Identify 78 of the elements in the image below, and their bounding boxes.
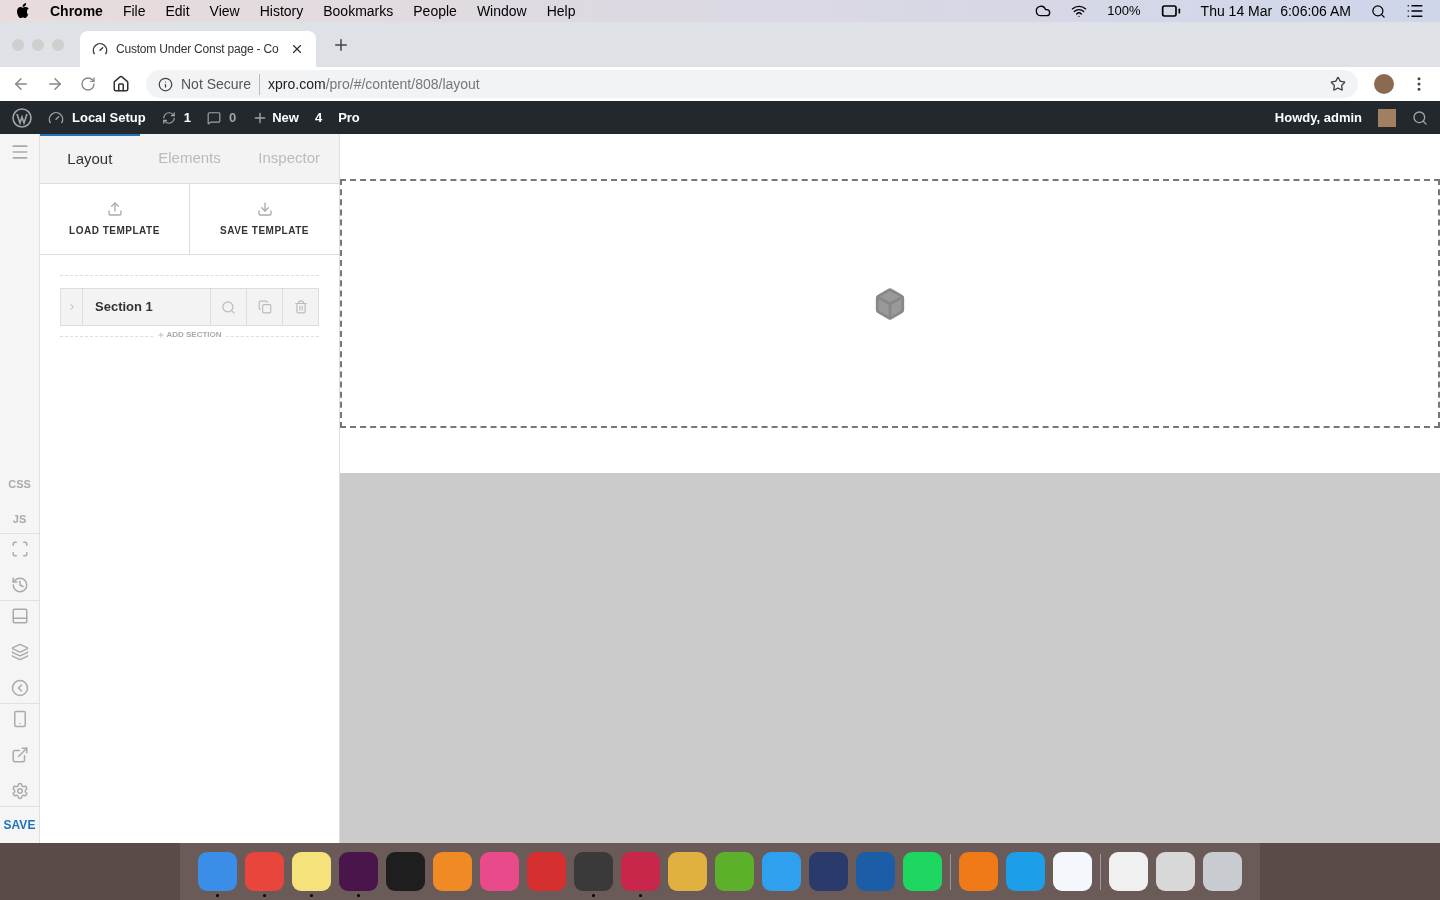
running-indicator xyxy=(263,894,266,897)
site-link[interactable]: Local Setup xyxy=(72,107,146,128)
back-circle-icon[interactable] xyxy=(10,679,29,697)
search-icon[interactable] xyxy=(1412,109,1428,126)
comments-count[interactable]: 0 xyxy=(228,107,237,128)
layers-icon[interactable] xyxy=(10,643,29,661)
app-icon[interactable] xyxy=(1053,852,1092,891)
app-icon[interactable] xyxy=(386,852,425,891)
running-indicator xyxy=(357,894,360,897)
count-link[interactable]: 4 xyxy=(314,107,323,128)
dashboard-icon xyxy=(48,109,64,126)
tab-title: Custom Under Const page - Co xyxy=(116,41,280,58)
menu-item[interactable]: View xyxy=(209,0,240,22)
wifi-icon[interactable] xyxy=(1071,3,1088,19)
profile-avatar[interactable] xyxy=(1374,74,1394,94)
back-icon[interactable] xyxy=(12,75,30,93)
security-label: Not Secure xyxy=(181,73,261,95)
cube-icon xyxy=(873,286,907,321)
updates-icon xyxy=(161,110,176,125)
section-row[interactable]: Section 1 xyxy=(60,288,319,326)
wordpress-logo-icon[interactable] xyxy=(12,107,32,128)
running-indicator xyxy=(310,894,313,897)
tab-favicon-icon xyxy=(92,41,108,57)
menu-item[interactable]: Edit xyxy=(165,0,190,22)
menu-item[interactable]: File xyxy=(122,0,146,22)
pro-link[interactable]: Pro xyxy=(338,107,360,128)
panel-icon[interactable] xyxy=(10,607,29,625)
menu-item[interactable]: Help xyxy=(546,0,576,22)
forward-icon[interactable] xyxy=(46,75,64,93)
app-menu[interactable]: Chrome xyxy=(50,0,103,22)
new-link[interactable]: New xyxy=(272,107,299,128)
cloud-icon[interactable] xyxy=(1035,3,1052,19)
history-icon[interactable] xyxy=(10,576,29,594)
app-icon[interactable] xyxy=(668,852,707,891)
plus-icon xyxy=(157,331,166,339)
search-icon[interactable] xyxy=(1371,3,1386,19)
app-icon[interactable] xyxy=(903,852,942,891)
reload-icon[interactable] xyxy=(80,76,96,92)
url-text: xpro.com/pro/#/content/808/layout xyxy=(268,74,480,94)
app-icon[interactable] xyxy=(292,852,331,891)
upload-icon xyxy=(106,200,123,217)
browser-tab[interactable]: Custom Under Const page - Co xyxy=(80,31,316,67)
user-avatar[interactable] xyxy=(1378,108,1396,127)
battery-percent: 100% xyxy=(1107,2,1141,21)
section-label: Section 1 xyxy=(94,298,154,317)
panel-tab[interactable]: Layout xyxy=(40,134,140,183)
address-bar[interactable]: Not Secure xpro.com/pro/#/content/808/layout xyxy=(146,70,1358,98)
menu-item[interactable]: Window xyxy=(476,0,527,22)
updates-count[interactable]: 1 xyxy=(183,107,191,128)
home-icon[interactable] xyxy=(112,75,130,93)
resize-icon[interactable] xyxy=(10,540,29,558)
apple-icon[interactable] xyxy=(16,3,30,19)
close-icon[interactable] xyxy=(290,42,304,56)
copy-icon[interactable] xyxy=(257,300,272,314)
running-indicator xyxy=(216,894,219,897)
bookmark-star-icon[interactable] xyxy=(1330,76,1346,92)
app-icon[interactable] xyxy=(1109,852,1148,891)
save-button[interactable]: SAVE xyxy=(0,807,39,843)
greeting-link[interactable]: Howdy, admin xyxy=(1274,107,1362,128)
external-link-icon[interactable] xyxy=(10,746,29,764)
menu-item[interactable]: Bookmarks xyxy=(323,0,394,22)
app-icon[interactable] xyxy=(1156,852,1195,891)
running-indicator xyxy=(639,894,642,897)
download-icon xyxy=(256,200,273,217)
trash-icon[interactable] xyxy=(293,300,308,314)
app-icon[interactable] xyxy=(433,852,472,891)
menu-item[interactable]: People xyxy=(413,0,457,22)
settings-icon[interactable] xyxy=(10,782,29,800)
list-icon[interactable] xyxy=(1406,2,1424,20)
menu-time: 6:06:06 AM xyxy=(1280,1,1351,21)
running-indicator xyxy=(592,894,595,897)
menu-date: Thu 14 Mar xyxy=(1200,1,1273,21)
app-icon[interactable] xyxy=(1203,852,1242,891)
template-button[interactable]: SAVE TEMPLATE xyxy=(190,184,339,254)
comments-icon xyxy=(206,110,221,125)
menu-item[interactable]: History xyxy=(259,0,304,22)
template-button[interactable]: LOAD TEMPLATE xyxy=(40,184,190,254)
info-icon[interactable] xyxy=(158,76,173,92)
